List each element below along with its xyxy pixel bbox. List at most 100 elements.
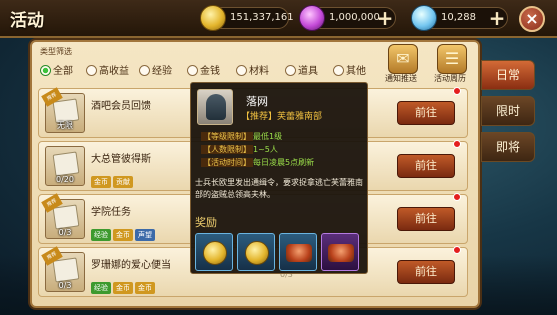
reward-tags: 金币 贡献 <box>91 169 135 188</box>
info-label: 【人数限制】 <box>201 145 253 154</box>
info-label: 【等级限制】 <box>201 132 253 141</box>
red-dot-icon <box>453 140 461 148</box>
radio-icon <box>139 64 150 76</box>
activity-count: 无限 <box>57 121 73 130</box>
reward-item[interactable] <box>279 233 317 271</box>
gold-coin-icon <box>245 241 269 265</box>
radio-icon <box>86 64 97 76</box>
filter-label: 其他 <box>346 66 366 77</box>
filter-label: 道具 <box>298 66 318 77</box>
activity-count: 0/3 <box>58 281 72 290</box>
info-value: 最低1级 <box>253 132 283 141</box>
meat-icon <box>328 244 354 262</box>
diamond-value: 10,288 <box>441 12 476 23</box>
radio-icon <box>187 64 198 76</box>
calendar-label: 活动周历 <box>434 74 466 83</box>
radio-icon <box>285 64 296 76</box>
filter-all[interactable]: 全部 <box>40 62 73 77</box>
popup-recommended: 【推荐】芙蕾雅南部 <box>241 112 323 122</box>
gold-currency: 151,337,161 <box>200 5 294 31</box>
top-bar: 活动 151,337,161 1,000,000 + 10,288 + × <box>0 0 557 38</box>
tag: 声望 <box>135 229 155 241</box>
filter-label: 全部 <box>53 66 73 77</box>
notification-icon[interactable]: ✉ <box>388 44 418 74</box>
diamond-icon <box>411 5 437 31</box>
reward-tags: 经验 金币 声望 <box>91 222 157 241</box>
red-dot-icon <box>453 246 461 254</box>
food-icon <box>286 244 312 262</box>
add-gem-button[interactable]: + <box>373 7 397 31</box>
tab-upcoming[interactable]: 即将 <box>481 132 535 162</box>
popup-description: 士兵长欧里发出通缉令，要求捉拿逃亡芙蕾雅南部的盗贼总领高夫林。 <box>195 178 363 199</box>
reward-item[interactable] <box>321 233 359 271</box>
filter-material[interactable]: 材料 <box>236 62 269 77</box>
tag: 金币 <box>135 282 155 294</box>
reward-item[interactable] <box>237 233 275 271</box>
red-dot-icon <box>453 87 461 95</box>
popup-title: 落网 <box>246 95 268 108</box>
activity-icon: 推荐 无限 <box>41 87 85 133</box>
go-button[interactable]: 前往 <box>397 101 455 125</box>
red-dot-icon <box>453 193 461 201</box>
radio-icon <box>236 64 247 76</box>
reward-title: 奖励 <box>195 216 217 229</box>
tab-limited[interactable]: 限时 <box>481 96 535 126</box>
gold-coin-icon <box>200 5 226 31</box>
radio-icon <box>40 64 51 76</box>
activity-name: 学院任务 <box>91 207 131 218</box>
info-level: 【等级限制】 最低1级 <box>195 131 365 143</box>
purple-gem-icon <box>299 5 325 31</box>
tag: 金币 <box>113 282 133 294</box>
reward-tags: 经验 金币 金币 <box>91 275 157 294</box>
info-time: 【活动时间】 每日凌晨5点刷新 <box>195 157 365 169</box>
close-button[interactable]: × <box>519 6 545 32</box>
gold-coin-icon <box>203 241 227 265</box>
activity-count: 0/3 <box>58 228 72 237</box>
info-value: 每日凌晨5点刷新 <box>253 158 315 167</box>
go-button[interactable]: 前往 <box>397 207 455 231</box>
activity-icon: 推荐 0/3 <box>41 193 85 239</box>
activity-name: 罗珊娜的爱心便当 <box>91 260 171 271</box>
filter-other[interactable]: 其他 <box>333 62 366 77</box>
scroll-icon <box>52 204 80 230</box>
gold-value: 151,337,161 <box>230 12 294 23</box>
activity-icon: 0/20 <box>45 146 85 186</box>
filter-label: 材料 <box>249 66 269 77</box>
tag: 金币 <box>113 229 133 241</box>
add-diamond-button[interactable]: + <box>485 7 509 31</box>
activity-detail-popup: 落网 【推荐】芙蕾雅南部 【等级限制】 最低1级 【人数限制】 1~5人 【活动时间… <box>190 82 368 274</box>
info-label: 【活动时间】 <box>201 158 253 167</box>
scroll-icon <box>52 151 80 177</box>
diamond-currency: 10,288 + <box>411 5 509 31</box>
filter-label: 金钱 <box>200 66 220 77</box>
filter-high-income[interactable]: 高收益 <box>86 62 129 77</box>
filter-label: 经验 <box>152 66 172 77</box>
activity-icon: 推荐 0/3 <box>41 246 85 292</box>
filter-title: 类型筛选 <box>40 47 72 56</box>
activity-name: 大总管彼得斯 <box>91 154 151 165</box>
tab-daily[interactable]: 日常 <box>481 60 535 90</box>
page-title: 活动 <box>10 11 44 31</box>
tag: 贡献 <box>113 176 133 188</box>
activity-count: 0/20 <box>56 175 74 184</box>
filter-item[interactable]: 道具 <box>285 62 318 77</box>
radio-icon <box>333 64 344 76</box>
filter-label: 高收益 <box>99 66 129 77</box>
filter-money[interactable]: 金钱 <box>187 62 220 77</box>
filter-exp[interactable]: 经验 <box>139 62 172 77</box>
reward-item[interactable] <box>195 233 233 271</box>
popup-info: 【等级限制】 最低1级 【人数限制】 1~5人 【活动时间】 每日凌晨5点刷新 <box>195 131 365 170</box>
info-value: 1~5人 <box>253 145 278 154</box>
activity-name: 酒吧会员回馈 <box>91 101 151 112</box>
tag: 经验 <box>91 282 111 294</box>
notification-label: 通知推送 <box>385 74 417 83</box>
calendar-scroll-icon[interactable]: ☰ <box>437 44 467 74</box>
go-button[interactable]: 前往 <box>397 154 455 178</box>
knight-helmet-icon <box>206 94 226 120</box>
go-button[interactable]: 前往 <box>397 260 455 284</box>
gem-currency: 1,000,000 + <box>299 5 397 31</box>
tag: 经验 <box>91 229 111 241</box>
tag: 金币 <box>91 176 111 188</box>
info-players: 【人数限制】 1~5人 <box>195 144 365 156</box>
ghost-icon <box>52 257 80 283</box>
